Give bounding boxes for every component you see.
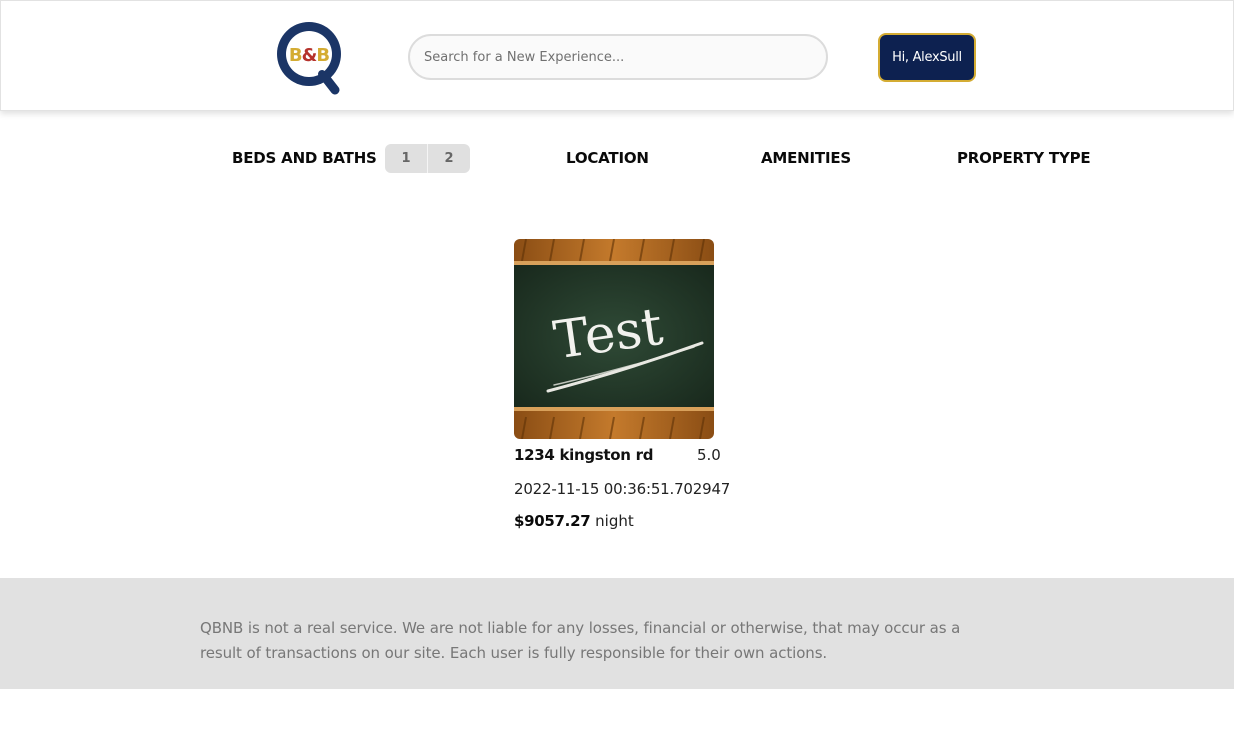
user-menu-button[interactable]: Hi, AlexSull — [878, 33, 976, 82]
listing-price-unit: night — [595, 512, 634, 530]
listing-price-amount: $9057.27 — [514, 512, 591, 530]
logo-icon: B&B — [277, 22, 341, 95]
filter-amenities[interactable]: AMENITIES — [761, 149, 851, 167]
footer-disclaimer: QBNB is not a real service. We are not l… — [200, 619, 961, 662]
search-bar — [408, 34, 828, 80]
search-input[interactable] — [410, 36, 826, 78]
listing-date: 2022-11-15 00:36:51.702947 — [514, 480, 731, 498]
beds-option-1[interactable]: 1 — [385, 144, 427, 173]
site-footer: QBNB is not a real service. We are not l… — [0, 578, 1234, 689]
beds-option-2[interactable]: 2 — [427, 144, 470, 173]
listing-title[interactable]: 1234 kingston rd — [514, 446, 653, 464]
qbnb-logo[interactable]: B&B — [273, 16, 347, 96]
filter-beds-and-baths[interactable]: BEDS AND BATHS — [232, 149, 377, 167]
filter-property-type[interactable]: PROPERTY TYPE — [957, 149, 1091, 167]
site-header: B&B Hi, AlexSull — [0, 0, 1234, 111]
listing-price: $9057.27 night — [514, 512, 724, 530]
beds-selector: 1 2 — [385, 144, 470, 173]
listing-image[interactable]: Test — [514, 239, 714, 439]
svg-text:B&B: B&B — [289, 45, 329, 66]
listing-title-row: 1234 kingston rd 5.0 — [514, 446, 724, 464]
listing-rating: 5.0 — [697, 446, 721, 464]
listing-card[interactable]: Test 1234 kingston rd 5.0 2022-11-15 00:… — [514, 239, 731, 530]
filter-bar: BEDS AND BATHS 1 2 LOCATION AMENITIES PR… — [0, 140, 1234, 180]
filter-location[interactable]: LOCATION — [566, 149, 649, 167]
